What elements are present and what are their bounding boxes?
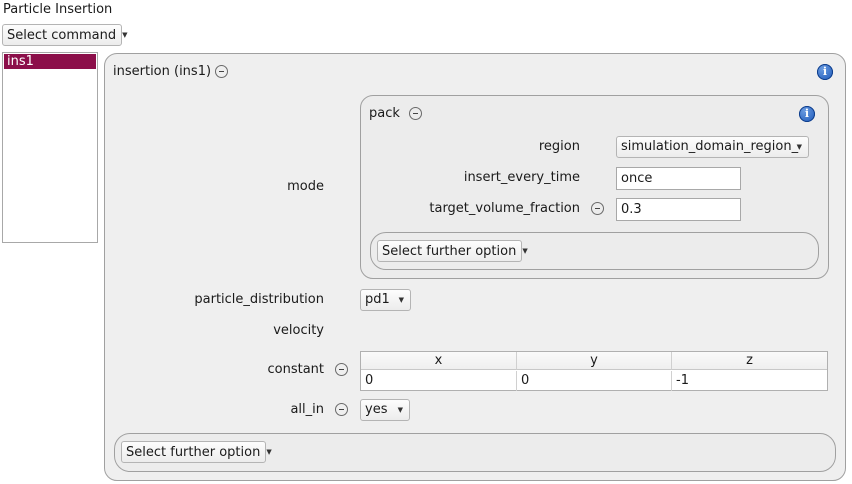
select-command-dropdown[interactable]: Select command ▼: [2, 24, 128, 46]
constant-table: x y z 0 0 -1: [360, 351, 828, 391]
insertion-title: insertion (ins1): [113, 64, 212, 79]
mode-label: mode: [287, 179, 324, 194]
insert-every-time-field[interactable]: once: [616, 167, 741, 190]
particle-distribution-label: particle_distribution: [194, 292, 324, 307]
pack-title: pack: [369, 106, 400, 121]
remove-target-volume-fraction-icon[interactable]: [591, 202, 604, 215]
remove-insertion-icon[interactable]: [215, 65, 228, 78]
table-header-y: y: [517, 352, 672, 370]
particle-distribution-dropdown[interactable]: pd1 ▼: [360, 289, 411, 311]
caret-down-icon: ▼: [796, 143, 802, 151]
further-option-label: Select further option: [126, 445, 261, 460]
select-command-label: Select command: [7, 28, 117, 43]
target-volume-fraction-field[interactable]: 0.3: [616, 198, 741, 221]
velocity-label: velocity: [273, 323, 324, 338]
region-dropdown[interactable]: simulation_domain_region_ ▼: [616, 136, 809, 158]
table-cell-y[interactable]: 0: [517, 371, 672, 391]
window-title: Particle Insertion: [3, 2, 113, 17]
remove-pack-icon[interactable]: [409, 107, 422, 120]
constant-label: constant: [267, 362, 324, 377]
table-header-x: x: [361, 352, 517, 370]
insert-every-time-label: insert_every_time: [463, 170, 580, 185]
list-item[interactable]: ins1: [4, 54, 96, 69]
caret-down-icon: ▼: [122, 31, 128, 39]
table-header-z: z: [672, 352, 827, 370]
particle-distribution-value: pd1: [365, 292, 390, 307]
further-option-dropdown[interactable]: Select further option ▼: [121, 441, 272, 463]
target-volume-fraction-label: target_volume_fraction: [429, 201, 580, 216]
caret-down-icon: ▼: [398, 296, 404, 304]
pack-further-option-label: Select further option: [382, 244, 517, 259]
all-in-label: all_in: [290, 402, 324, 417]
table-cell-x[interactable]: 0: [361, 371, 517, 391]
table-cell-z[interactable]: -1: [672, 371, 827, 391]
caret-down-icon: ▼: [266, 448, 272, 456]
remove-all-in-icon[interactable]: [335, 403, 348, 416]
all-in-value: yes: [365, 402, 388, 417]
remove-constant-icon[interactable]: [335, 363, 348, 376]
insertion-list[interactable]: ins1: [2, 52, 98, 243]
region-value: simulation_domain_region_: [621, 139, 799, 154]
pack-further-option-dropdown[interactable]: Select further option ▼: [377, 240, 528, 262]
caret-down-icon: ▼: [522, 247, 528, 255]
region-label: region: [538, 139, 580, 154]
all-in-dropdown[interactable]: yes ▼: [360, 399, 410, 421]
info-icon[interactable]: i: [799, 106, 815, 122]
info-icon[interactable]: i: [817, 64, 833, 80]
caret-down-icon: ▼: [397, 406, 403, 414]
